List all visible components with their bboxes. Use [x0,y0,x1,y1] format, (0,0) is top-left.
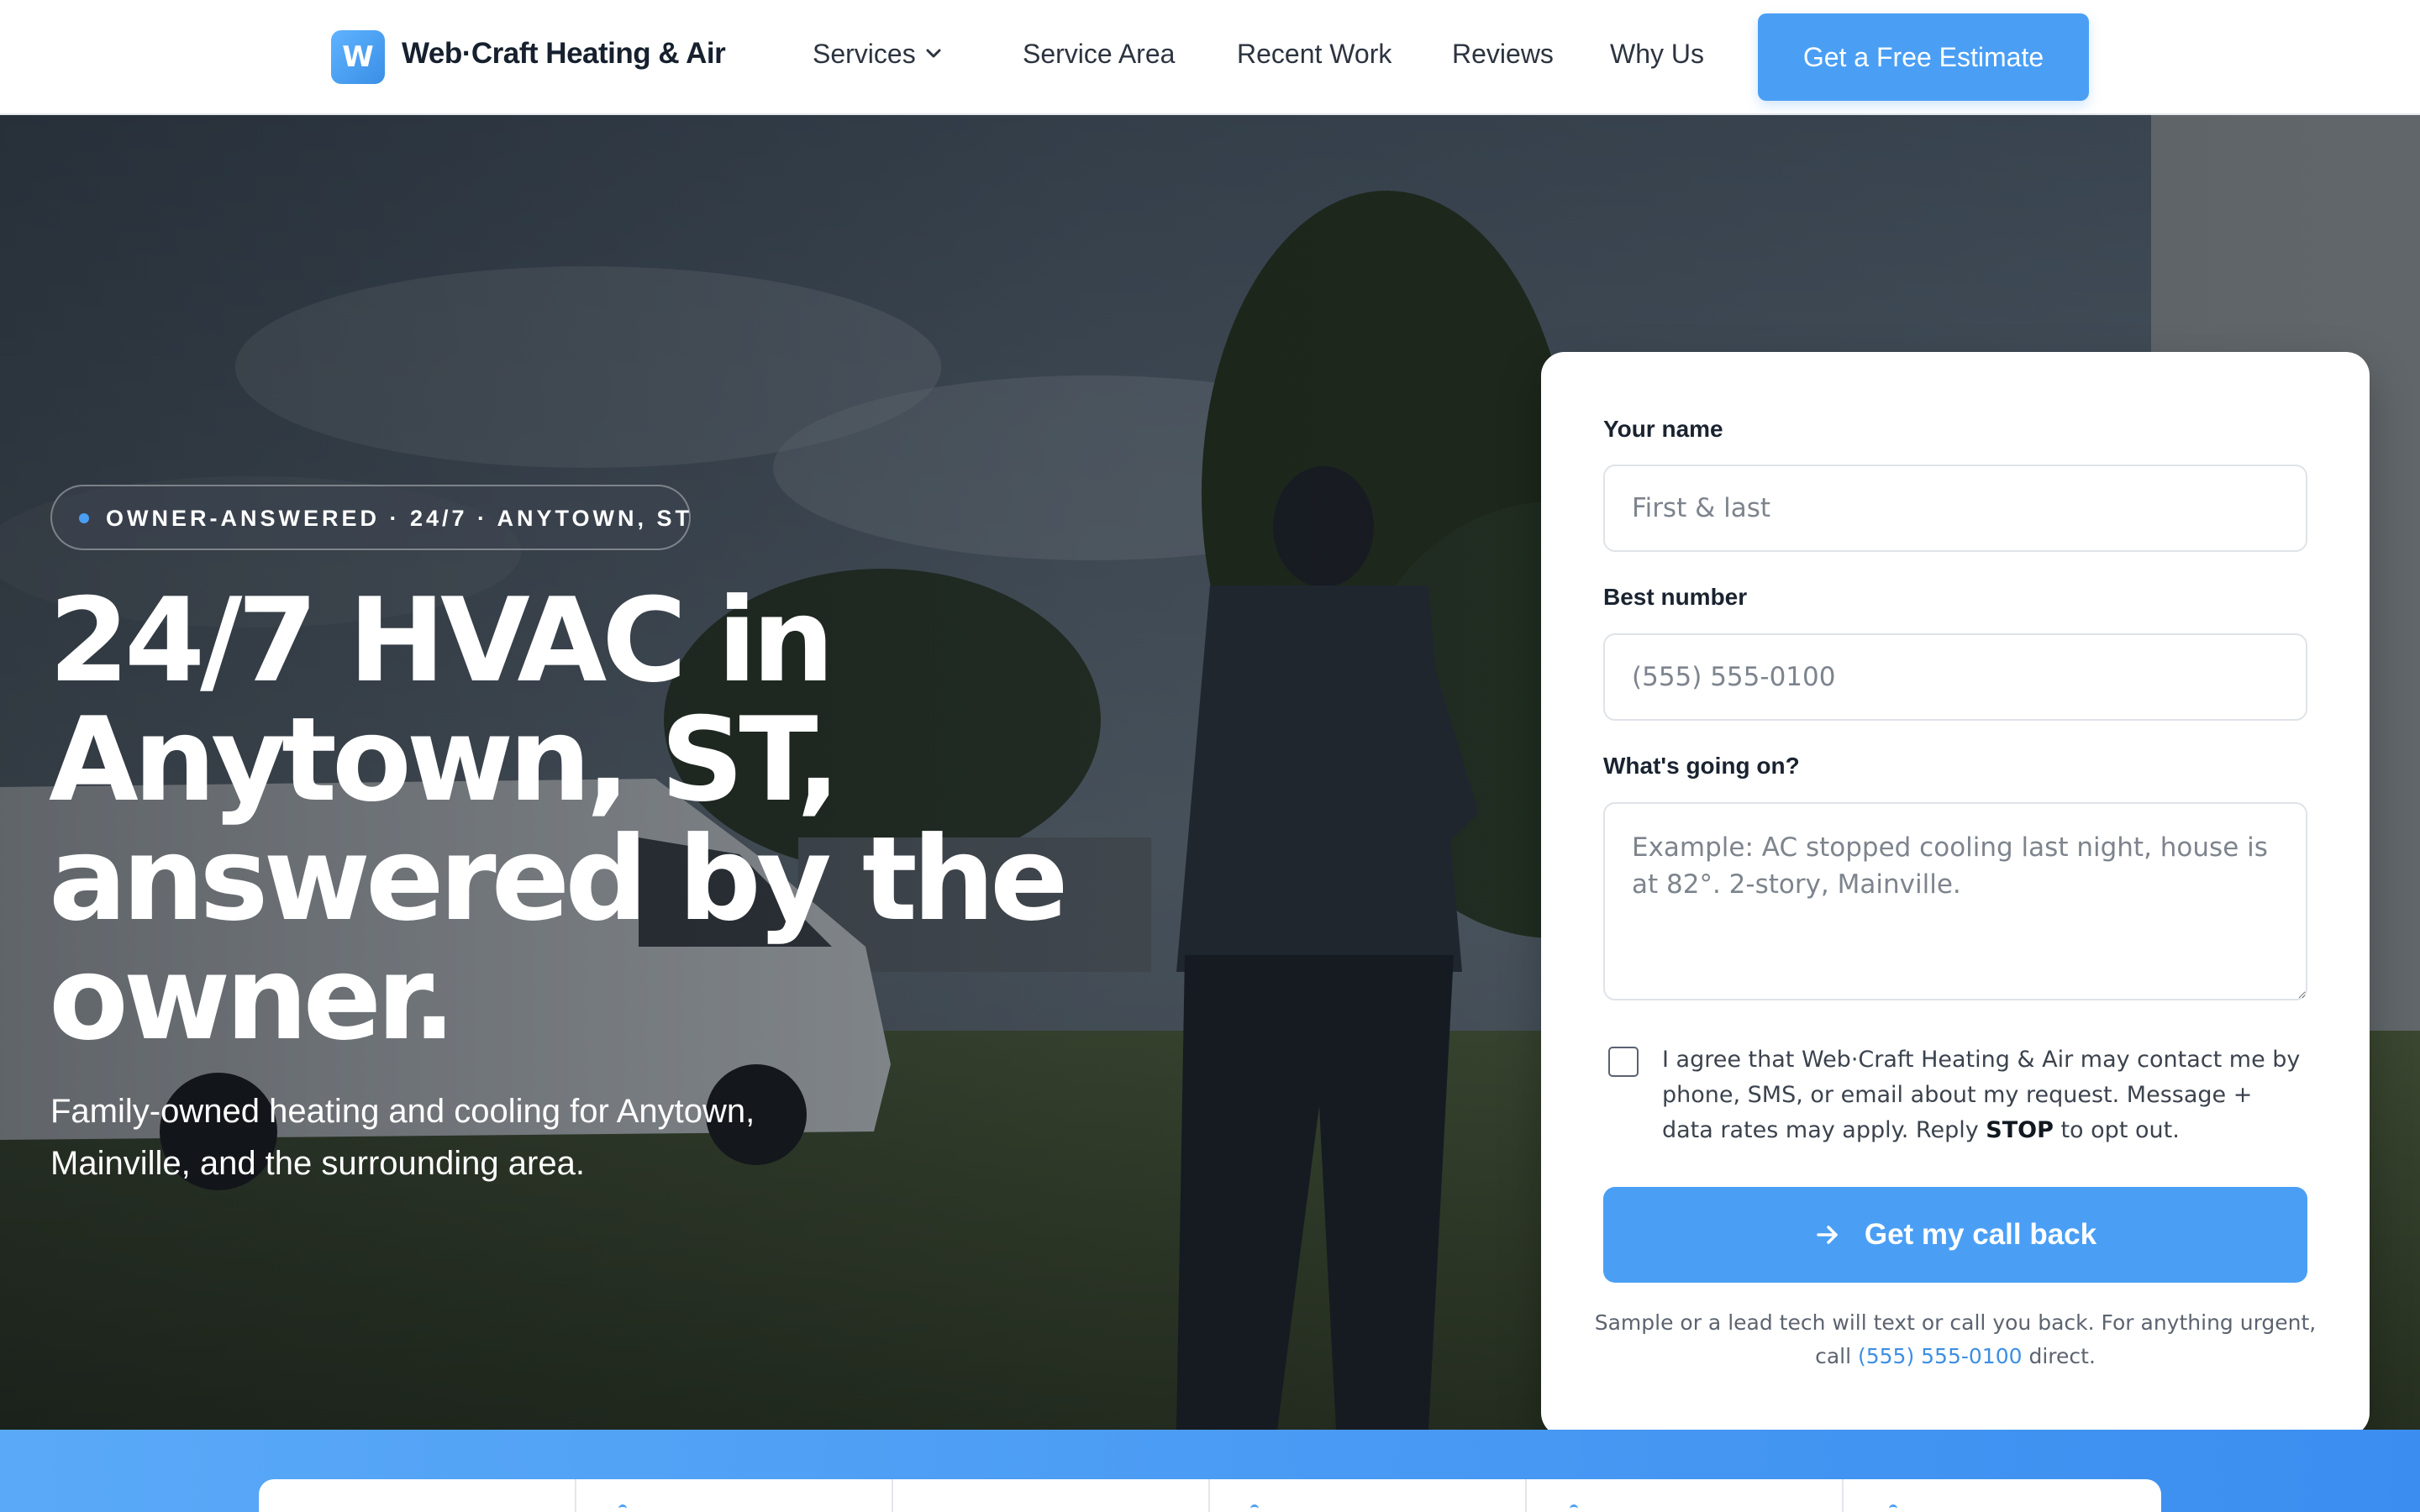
hero-title: 24/7 HVAC in Anytown, ST, answered by th… [49,573,1069,1066]
name-field[interactable] [1603,465,2307,552]
chevron-down-icon[interactable] [924,47,943,60]
consent-text: I agree that Web·Craft Heating & Air may… [1662,1042,2307,1148]
consent-text-main: I agree that Web·Craft Heating & Air may… [1662,1047,2301,1143]
get-call-back-button[interactable]: Get my call back [1603,1187,2307,1283]
arrow-right-icon [1817,1226,1838,1244]
footnote-text-end: direct. [2022,1344,2096,1368]
hero-section: OWNER-ANSWERED · 24/7 · ANYTOWN, ST 24/7… [0,115,2420,1430]
page: W Web·Craft Heating & Air Services Servi… [0,0,2420,1512]
feature-icon [1570,1504,1578,1509]
name-label: Your name [1603,416,1723,442]
feature-icon [618,1504,627,1509]
message-label: What's going on? [1603,753,1800,779]
logo-mark-icon[interactable]: W [331,30,385,84]
message-field[interactable] [1603,802,2307,1000]
feature-divider [1525,1479,1527,1512]
nav-recent-work[interactable]: Recent Work [1237,39,1392,70]
hero-badge-text: OWNER-ANSWERED · 24/7 · ANYTOWN, ST [106,506,693,531]
free-estimate-button[interactable]: Get a Free Estimate [1758,13,2089,101]
footnote-phone-link[interactable]: (555) 555-0100 [1858,1344,2023,1368]
phone-field[interactable] [1603,633,2307,721]
form-footnote: Sample or a lead tech will text or call … [1591,1306,2319,1373]
nav-services[interactable]: Services [813,39,916,70]
hero-badge: OWNER-ANSWERED · 24/7 · ANYTOWN, ST [50,485,691,550]
brand-name[interactable]: Web·Craft Heating & Air [402,37,726,71]
consent-checkbox[interactable] [1608,1047,1639,1077]
phone-label: Best number [1603,584,1748,610]
feature-divider [1208,1479,1210,1512]
nav-service-area[interactable]: Service Area [1023,39,1175,70]
feature-divider [575,1479,576,1512]
consent-stop-keyword: STOP [1986,1117,2054,1143]
feature-icon [1250,1504,1259,1509]
feature-icon [1889,1504,1897,1509]
feature-divider [1842,1479,1844,1512]
nav-reviews[interactable]: Reviews [1452,39,1554,70]
callback-form: Your name Best number What's going on? I… [1541,352,2370,1430]
get-call-back-label: Get my call back [1864,1218,2097,1251]
badge-dot-icon [79,513,89,523]
features-band [0,1430,2420,1512]
feature-divider [892,1479,893,1512]
nav-why-us[interactable]: Why Us [1610,39,1704,70]
site-header: W Web·Craft Heating & Air Services Servi… [0,0,2420,115]
hero-subtitle: Family-owned heating and cooling for Any… [50,1093,755,1182]
consent-text-end: to opt out. [2053,1117,2180,1143]
features-card [259,1479,2161,1512]
